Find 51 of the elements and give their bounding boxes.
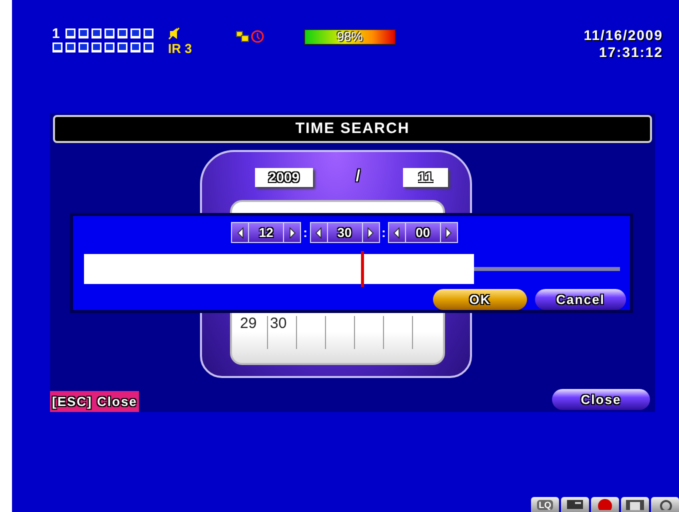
camera-icon — [65, 28, 76, 38]
camera-icon — [52, 42, 63, 52]
close-button[interactable]: Close — [552, 389, 650, 410]
right-arrow-icon[interactable] — [286, 226, 298, 240]
time-spinner[interactable]: 12 — [231, 222, 302, 243]
date-separator: / — [354, 167, 362, 187]
spinner-value: 00 — [414, 224, 432, 242]
camera-icon — [78, 28, 89, 38]
quality-tray-icon[interactable]: LQ — [531, 497, 559, 512]
camera-icon — [104, 28, 115, 38]
time-separator: : — [303, 224, 308, 242]
camera-icon — [130, 42, 141, 52]
copy-icon — [236, 31, 249, 42]
ir-label: IR 3 — [168, 42, 192, 56]
camera-icon — [78, 42, 89, 52]
timeline-marker[interactable] — [360, 251, 364, 287]
date-text: 11/16/2009 — [584, 27, 663, 44]
time-text: 17:31:12 — [598, 44, 663, 61]
camera-icon — [91, 42, 102, 52]
channel-number: 1 — [52, 27, 61, 39]
camera-icon — [91, 28, 102, 38]
left-arrow-icon[interactable] — [234, 226, 246, 240]
monitor-icon[interactable] — [566, 497, 584, 509]
camera-icon — [104, 42, 115, 52]
spinner-value: 30 — [336, 224, 353, 242]
camera-icon — [130, 28, 141, 38]
dialog-title: TIME SEARCH — [53, 115, 652, 143]
record-icon[interactable] — [597, 497, 613, 510]
spinner-value: 12 — [258, 224, 274, 242]
time-separator: : — [382, 224, 386, 242]
escape-hint: [ESC] Close — [50, 390, 140, 412]
camera-icon — [65, 42, 76, 52]
disk-usage-text: 98% — [336, 30, 364, 44]
month-field[interactable]: 11 — [403, 168, 448, 186]
quality-label: LQ — [536, 500, 554, 510]
time-spinner[interactable]: 00 — [388, 222, 458, 243]
camera-icon — [143, 28, 154, 38]
right-arrow-icon[interactable] — [365, 226, 376, 240]
clock-icon — [250, 30, 264, 43]
camera-icon — [143, 42, 154, 52]
calendar-cell[interactable]: 29 — [238, 316, 267, 349]
right-arrow-icon[interactable] — [443, 226, 454, 240]
left-arrow-icon[interactable] — [391, 226, 402, 240]
camera-icon — [117, 28, 128, 38]
left-arrow-icon[interactable] — [313, 226, 324, 240]
year-field[interactable]: 2009 — [255, 168, 313, 186]
camera-icon — [117, 42, 128, 52]
cancel-button[interactable]: Cancel — [535, 289, 626, 310]
time-spinner[interactable]: 30 — [310, 222, 380, 243]
calendar-cell[interactable]: 30 — [267, 316, 296, 349]
mute-icon — [168, 27, 180, 40]
